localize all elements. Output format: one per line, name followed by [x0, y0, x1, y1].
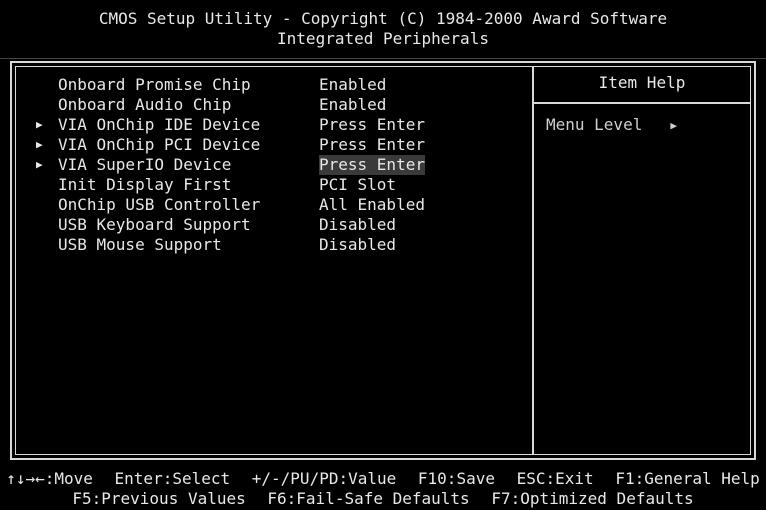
- exit-key-hint: ESC:Exit: [516, 469, 594, 488]
- setting-row-usb-keyboard-support[interactable]: USB Keyboard Support Disabled: [36, 215, 516, 235]
- setting-label: VIA OnChip PCI Device: [58, 135, 261, 154]
- setting-label: VIA OnChip IDE Device: [58, 115, 261, 134]
- utility-title: CMOS Setup Utility - Copyright (C) 1984-…: [98, 9, 668, 28]
- setting-value-selected[interactable]: Press Enter: [319, 155, 425, 175]
- fail-safe-defaults-key-hint: F6:Fail-Safe Defaults: [267, 489, 470, 508]
- setting-row-via-superio-device[interactable]: ▶ VIA SuperIO Device Press Enter: [36, 155, 516, 175]
- setting-label: Init Display First: [58, 175, 232, 194]
- setting-row-via-onchip-pci-device[interactable]: ▶ VIA OnChip PCI Device Press Enter: [36, 135, 516, 155]
- item-help-title: Item Help: [598, 73, 686, 92]
- menu-level: Menu Level ▶: [546, 115, 677, 136]
- header-divider: [0, 58, 766, 59]
- optimized-defaults-key-hint: F7:Optimized Defaults: [491, 489, 694, 508]
- setting-label: VIA SuperIO Device: [58, 155, 232, 174]
- setting-label: USB Mouse Support: [58, 235, 222, 254]
- setting-value[interactable]: Enabled: [319, 75, 386, 95]
- previous-values-key-hint: F5:Previous Values: [72, 489, 246, 508]
- main-panel-inner: Onboard Promise Chip Enabled Onboard Aud…: [15, 66, 751, 455]
- submenu-arrow-icon: ▶: [36, 138, 43, 151]
- setting-row-via-onchip-ide-device[interactable]: ▶ VIA OnChip IDE Device Press Enter: [36, 115, 516, 135]
- panel-separator: [532, 67, 534, 454]
- move-key-hint: ↑↓→←:Move: [6, 469, 93, 488]
- setting-label: Onboard Promise Chip: [58, 75, 251, 94]
- settings-list: Onboard Promise Chip Enabled Onboard Aud…: [36, 75, 516, 255]
- setting-row-onchip-usb-controller[interactable]: OnChip USB Controller All Enabled: [36, 195, 516, 215]
- submenu-arrow-icon: ▶: [36, 118, 43, 131]
- setting-label: OnChip USB Controller: [58, 195, 261, 214]
- setting-label: Onboard Audio Chip: [58, 95, 232, 114]
- setting-row-onboard-audio-chip[interactable]: Onboard Audio Chip Enabled: [36, 95, 516, 115]
- page-title: Integrated Peripherals: [277, 29, 489, 48]
- key-legend-line-2: F5:Previous Values F6:Fail-Safe Defaults…: [0, 489, 766, 509]
- save-key-hint: F10:Save: [417, 469, 495, 488]
- setting-value[interactable]: All Enabled: [319, 195, 425, 215]
- bios-header: CMOS Setup Utility - Copyright (C) 1984-…: [0, 0, 766, 58]
- setting-value[interactable]: Press Enter: [319, 115, 425, 135]
- key-legend: ↑↓→←:Move Enter:Select +/-/PU/PD:Value F…: [0, 469, 766, 509]
- setting-value[interactable]: PCI Slot: [319, 175, 396, 195]
- key-legend-line-1: ↑↓→←:Move Enter:Select +/-/PU/PD:Value F…: [0, 469, 766, 489]
- menu-level-label: Menu Level: [546, 115, 643, 134]
- menu-level-arrow-icon: ▶: [670, 118, 677, 132]
- help-key-hint: F1:General Help: [615, 469, 760, 488]
- setting-value[interactable]: Disabled: [319, 235, 396, 255]
- submenu-arrow-icon: ▶: [36, 158, 43, 171]
- setting-value[interactable]: Disabled: [319, 215, 396, 235]
- setting-value[interactable]: Enabled: [319, 95, 386, 115]
- select-key-hint: Enter:Select: [114, 469, 231, 488]
- value-key-hint: +/-/PU/PD:Value: [251, 469, 397, 488]
- setting-value[interactable]: Press Enter: [319, 135, 425, 155]
- main-panel: Onboard Promise Chip Enabled Onboard Aud…: [10, 61, 756, 460]
- setting-row-onboard-promise-chip[interactable]: Onboard Promise Chip Enabled: [36, 75, 516, 95]
- setting-row-usb-mouse-support[interactable]: USB Mouse Support Disabled: [36, 235, 516, 255]
- help-divider: [534, 102, 750, 104]
- setting-row-init-display-first[interactable]: Init Display First PCI Slot: [36, 175, 516, 195]
- setting-label: USB Keyboard Support: [58, 215, 251, 234]
